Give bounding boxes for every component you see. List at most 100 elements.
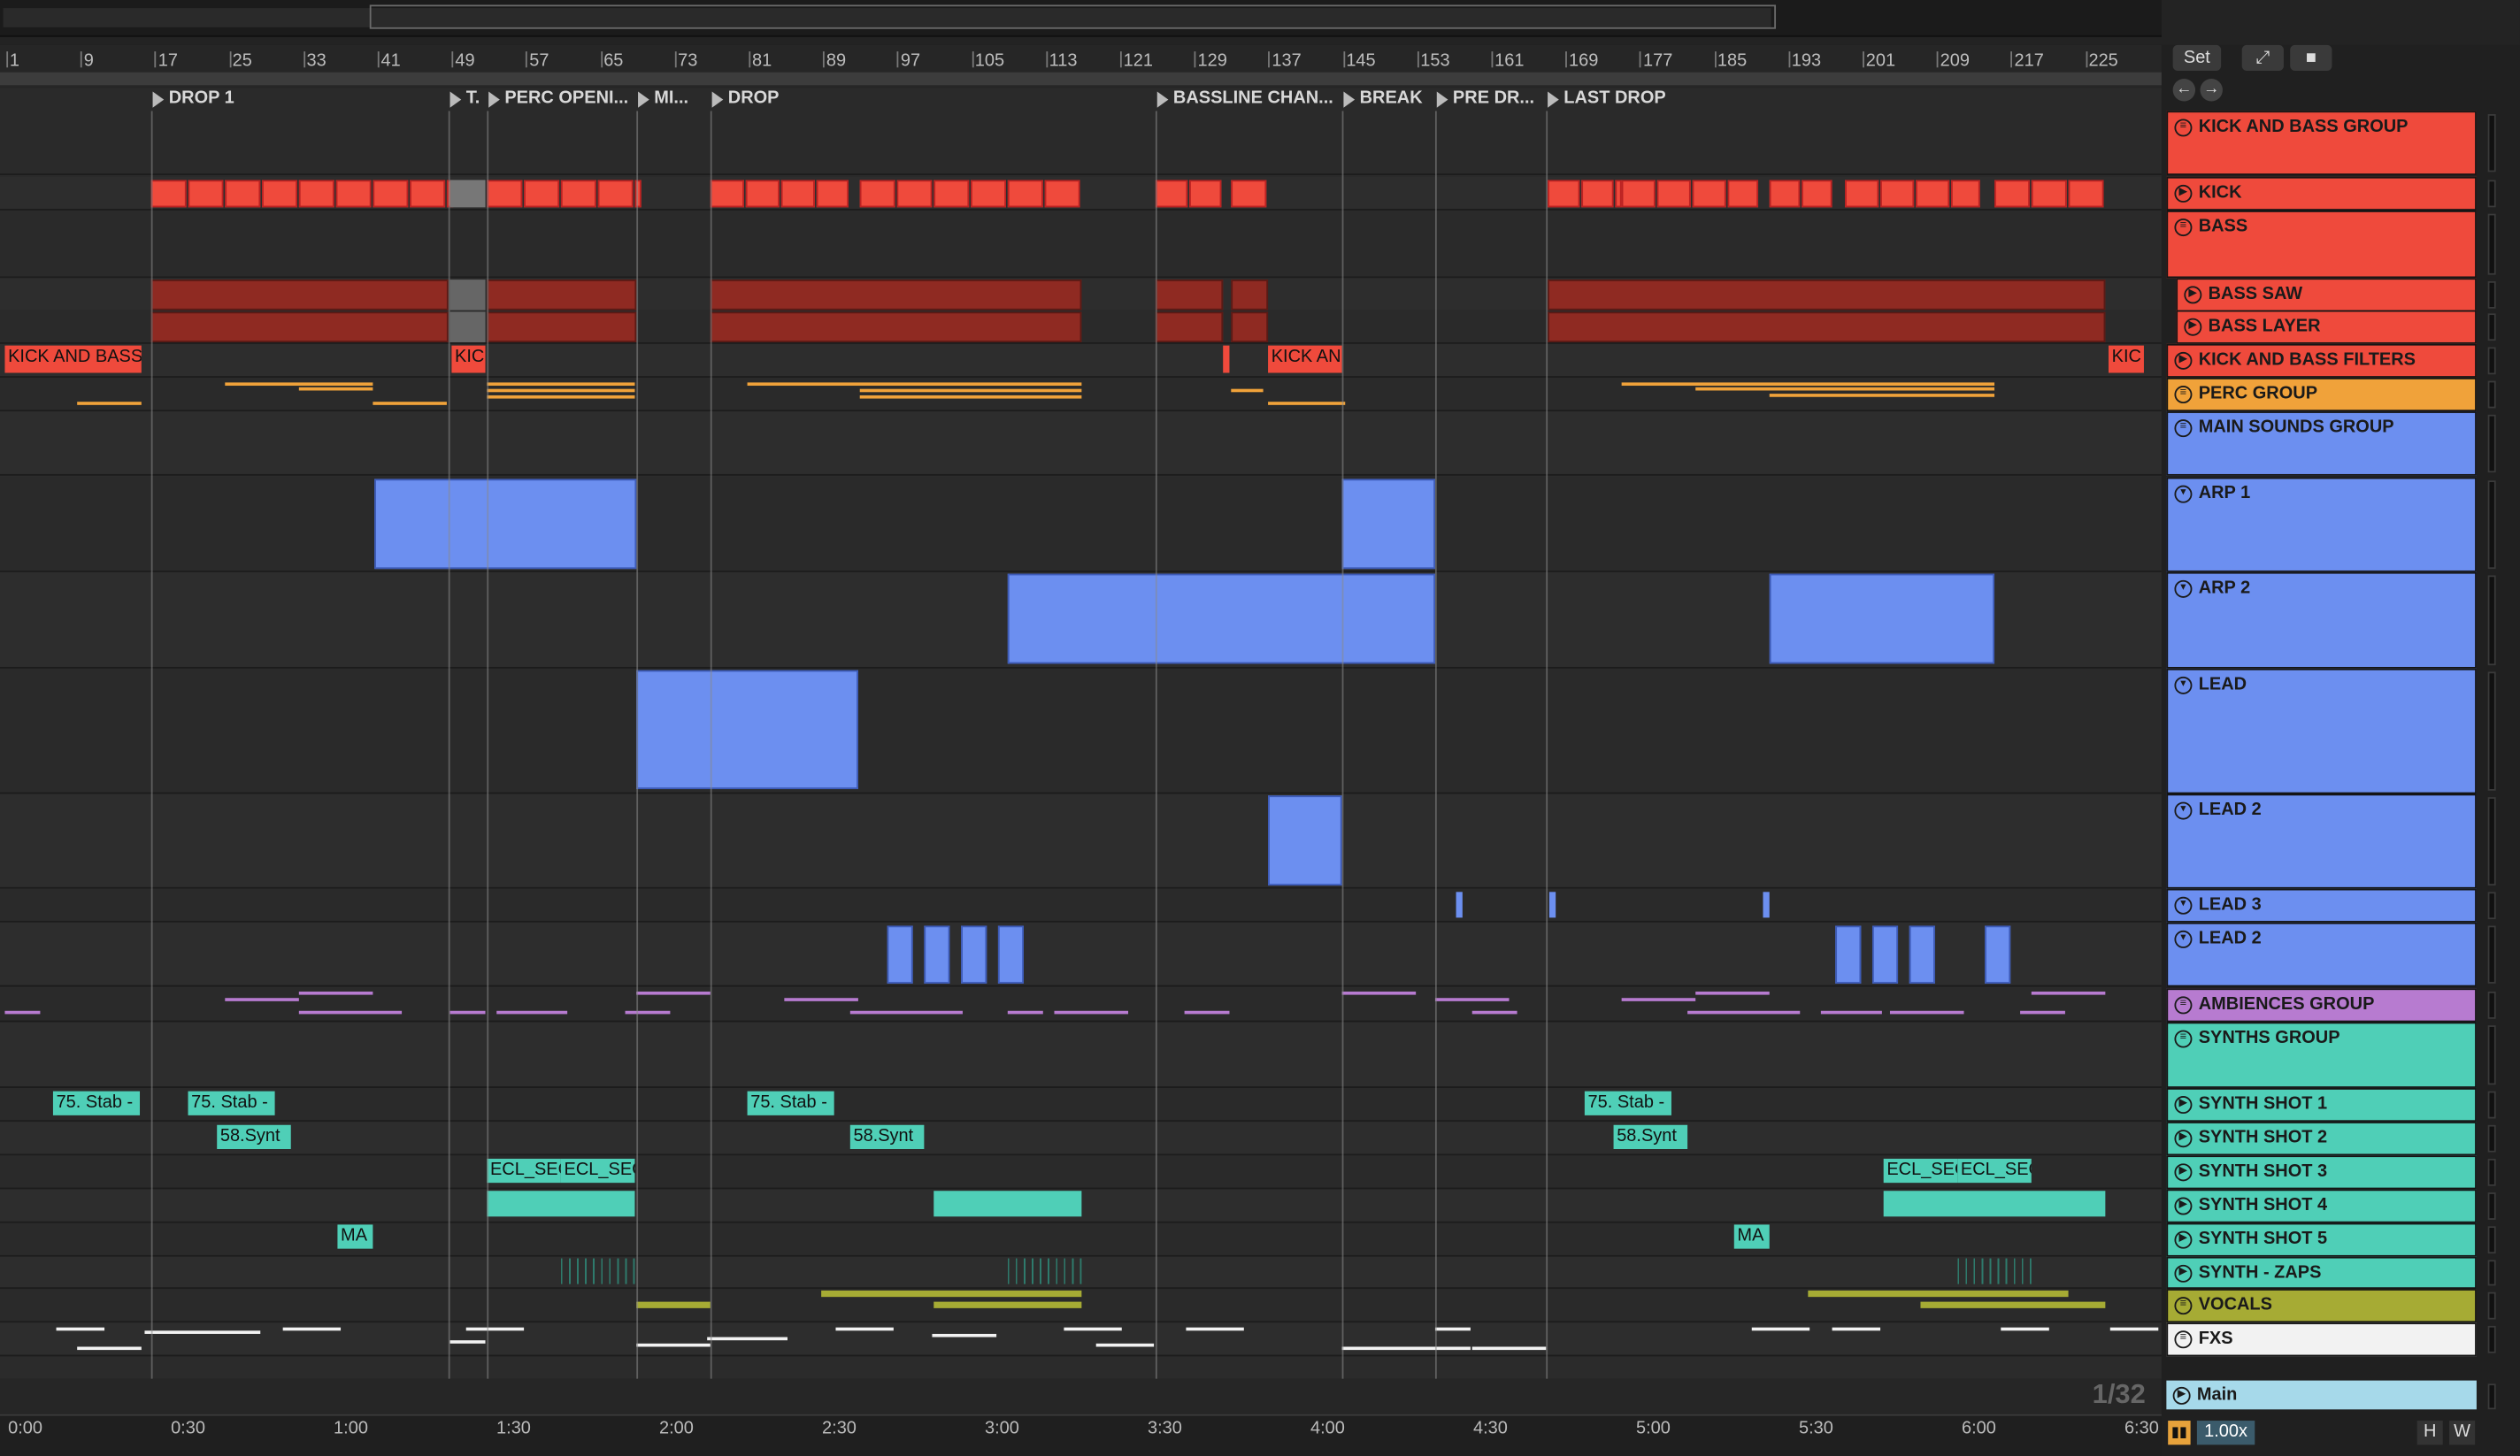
synth-shot4-clip[interactable]: [933, 1191, 1082, 1217]
perc-notes[interactable]: [373, 402, 447, 405]
track-lane[interactable]: [0, 888, 2162, 923]
bass-layer-clip[interactable]: [1155, 311, 1224, 342]
track-lane[interactable]: [0, 411, 2162, 476]
fx-notes[interactable]: [1095, 1343, 1155, 1347]
play-icon[interactable]: ▶: [2184, 286, 2202, 304]
vocal-clip[interactable]: [636, 1301, 711, 1308]
kick-clip[interactable]: [1950, 180, 1980, 208]
perc-notes[interactable]: [747, 382, 1082, 387]
kick-clip[interactable]: [2031, 180, 2067, 208]
kick-clip[interactable]: [1769, 180, 1801, 208]
lead2b-clip[interactable]: [887, 925, 913, 984]
lead2b-clip[interactable]: [1835, 925, 1862, 984]
arp1-clip[interactable]: [1341, 479, 1435, 570]
kick-clip[interactable]: [1802, 180, 1832, 208]
track-header[interactable]: ▾ ARP 1: [2166, 477, 2477, 572]
perc-notes[interactable]: [225, 382, 373, 387]
vocal-clip[interactable]: [933, 1301, 1082, 1308]
group-fold-icon[interactable]: ≡: [2174, 1030, 2193, 1048]
bass-layer-clip[interactable]: [150, 311, 449, 342]
track-header[interactable]: ▶ SYNTH SHOT 4: [2166, 1189, 2477, 1223]
track-header[interactable]: ▾ ARP 2: [2166, 571, 2477, 669]
track-lane[interactable]: [0, 1087, 2162, 1123]
kick-clip[interactable]: [2068, 180, 2104, 208]
overview-visible-frame[interactable]: [369, 4, 1777, 29]
synth-shot2-clip[interactable]: 58.Synt: [849, 1124, 925, 1150]
perc-notes[interactable]: [1268, 402, 1346, 405]
fx-notes[interactable]: [2109, 1327, 2159, 1331]
play-icon[interactable]: ▾: [2174, 676, 2193, 694]
lead3-clip[interactable]: [1763, 892, 1770, 918]
time-ruler[interactable]: 0:00 0:30 1:00 1:30 2:00 2:30 3:00 3:30 4:00 4:30…: [0, 1414, 2162, 1456]
ambience-notes[interactable]: [1471, 1010, 1517, 1015]
play-icon[interactable]: ▶: [2174, 1197, 2193, 1215]
fx-notes[interactable]: [465, 1327, 525, 1331]
lead3-clip[interactable]: [1456, 892, 1463, 918]
group-fold-icon[interactable]: ≡: [2174, 218, 2193, 237]
filter-clip[interactable]: KIC: [451, 345, 486, 373]
track-lane[interactable]: [0, 668, 2162, 794]
ambience-notes[interactable]: [849, 1010, 963, 1015]
track-header[interactable]: ▾ LEAD 2: [2166, 922, 2477, 987]
ambience-notes[interactable]: [1687, 1010, 1801, 1015]
vocal-clip[interactable]: [1808, 1290, 2069, 1298]
perc-notes[interactable]: [859, 395, 1082, 399]
kick-clip[interactable]: [262, 180, 298, 208]
track-header[interactable]: ≡ KICK AND BASS GROUP: [2166, 111, 2477, 176]
kick-clip[interactable]: [1189, 180, 1222, 208]
fx-notes[interactable]: [707, 1337, 788, 1341]
track-header[interactable]: ▶ KICK: [2166, 176, 2477, 211]
perc-notes[interactable]: [487, 395, 635, 399]
ambience-notes[interactable]: [449, 1010, 486, 1015]
fx-notes[interactable]: [449, 1340, 486, 1344]
kick-clip[interactable]: [1845, 180, 1879, 208]
fx-notes[interactable]: [1471, 1346, 1547, 1351]
fx-notes[interactable]: [77, 1346, 142, 1351]
perc-notes[interactable]: [859, 388, 1082, 393]
arrangement-clips-area[interactable]: KICK AND BASS KIC KICK AN KIC 75. Stab - 75. …: [0, 111, 2162, 1379]
track-lane[interactable]: [0, 1122, 2162, 1156]
play-icon[interactable]: ▾: [2174, 579, 2193, 598]
lead2-clip[interactable]: [1268, 795, 1342, 886]
play-icon[interactable]: ▶: [2174, 1163, 2193, 1182]
lock-icon[interactable]: ■: [2290, 44, 2332, 71]
arp2-clip[interactable]: [1007, 573, 1435, 664]
group-fold-icon[interactable]: ≡: [2174, 419, 2193, 438]
synth-shot3-clip[interactable]: ECL_SEC: [1883, 1158, 1958, 1184]
play-icon[interactable]: ▾: [2174, 896, 2193, 915]
group-fold-icon[interactable]: ≡: [2174, 1297, 2193, 1315]
group-fold-icon[interactable]: ≡: [2174, 119, 2193, 137]
fx-notes[interactable]: [1341, 1346, 1471, 1351]
cpu-meter-icon[interactable]: ▮▮: [2168, 1421, 2191, 1445]
fx-notes[interactable]: [144, 1330, 261, 1334]
track-header[interactable]: ≡ FXS: [2166, 1322, 2477, 1357]
arrangement-overview[interactable]: [0, 0, 2162, 37]
kick-clip[interactable]: [1656, 180, 1691, 208]
bass-saw-clip[interactable]: [150, 280, 449, 310]
kick-clip[interactable]: [487, 180, 523, 208]
kick-clip[interactable]: [373, 180, 409, 208]
kick-clip[interactable]: [1916, 180, 1950, 208]
locator-marker[interactable]: DROP: [711, 88, 1156, 111]
zoom-field[interactable]: 1.00x: [2196, 1421, 2255, 1445]
bass-saw-clip[interactable]: [710, 280, 1082, 310]
ambience-notes[interactable]: [1007, 1010, 1043, 1015]
vocal-clip[interactable]: [821, 1290, 1082, 1298]
kick-clip[interactable]: [710, 180, 744, 208]
arrow-right-icon[interactable]: →: [2200, 79, 2223, 102]
kick-clip[interactable]: [188, 180, 224, 208]
filter-clip[interactable]: KICK AND BASS: [4, 345, 142, 373]
perc-notes[interactable]: [77, 402, 142, 405]
track-lane[interactable]: [0, 1022, 2162, 1088]
bass-saw-clip[interactable]: [487, 280, 637, 310]
perc-notes[interactable]: [1231, 388, 1264, 393]
arp2-clip[interactable]: [1769, 573, 1995, 664]
locator-marker[interactable]: MI...: [636, 88, 711, 111]
bass-layer-clip[interactable]: [1548, 311, 2106, 342]
kick-clip[interactable]: [780, 180, 815, 208]
kick-clip[interactable]: [896, 180, 933, 208]
locator-marker[interactable]: BASSLINE CHAN...: [1156, 88, 1342, 111]
group-fold-icon[interactable]: ≡: [2174, 996, 2193, 1015]
group-fold-icon[interactable]: ≡: [2174, 1330, 2193, 1349]
synth-shot5-clip[interactable]: MA: [1733, 1224, 1770, 1249]
